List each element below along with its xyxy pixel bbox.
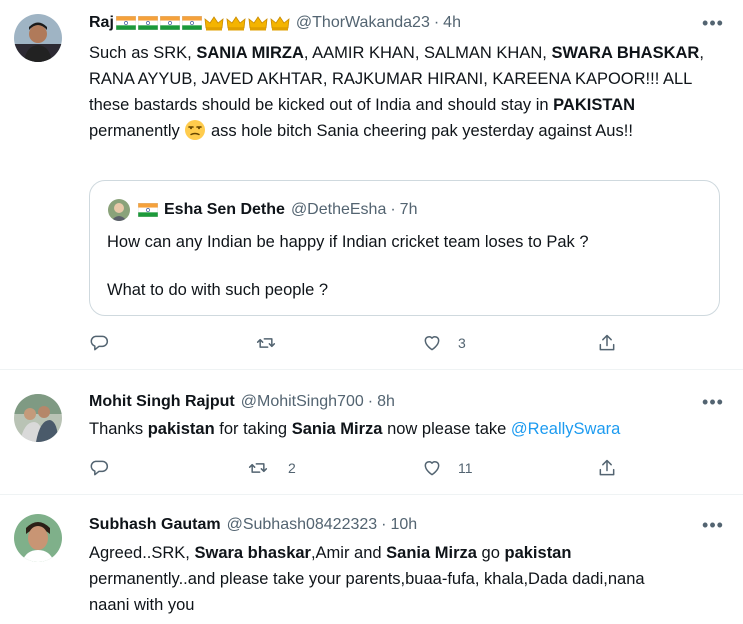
handle[interactable]: @ThorWakanda23 — [296, 14, 430, 32]
india-flag-icon — [159, 15, 181, 31]
quote-avatar — [108, 199, 130, 221]
quote-display-name: Esha Sen Dethe — [164, 201, 285, 218]
quoted-tweet[interactable]: Esha Sen Dethe @DetheEsha · 7h How can a… — [89, 180, 720, 316]
retweet-button[interactable] — [256, 333, 276, 353]
crown-icon — [270, 15, 290, 31]
quote-text-line: How can any Indian be happy if Indian cr… — [107, 233, 589, 251]
text-segment-bold: SANIA MIRZA — [196, 44, 304, 62]
reply-icon — [90, 335, 109, 351]
text-segment: permanently..and please take your parent… — [89, 570, 645, 614]
share-button[interactable] — [597, 333, 617, 353]
tweet-header: Subhash Gautam @Subhash08422323 · 10h — [89, 514, 417, 536]
separator: · — [390, 201, 396, 218]
text-segment: Such as SRK, — [89, 44, 197, 62]
text-segment-bold: PAKISTAN — [553, 96, 636, 114]
retweet-button[interactable]: 2 — [248, 458, 296, 478]
display-name[interactable]: Mohit Singh Rajput — [89, 393, 235, 411]
text-segment: Thanks — [89, 420, 148, 438]
text-segment: permanently — [89, 122, 185, 140]
display-name[interactable]: Subhash Gautam — [89, 516, 221, 534]
reply-button[interactable] — [89, 333, 109, 353]
tweet-raj: Raj @ThorWakanda23 · 4h ••• Such as SRK,… — [0, 0, 743, 370]
more-icon[interactable]: ••• — [701, 392, 725, 412]
tweet-text: Thanks pakistan for taking Sania Mirza n… — [89, 416, 729, 442]
india-flag-icon — [137, 15, 159, 31]
reply-icon — [90, 460, 109, 476]
text-segment-bold: pakistan — [147, 420, 215, 438]
like-count: 3 — [458, 335, 466, 351]
mention-link[interactable]: @ReallySwara — [511, 420, 620, 438]
tweet-header: Raj @ThorWakanda23 · 4h — [89, 12, 461, 34]
handle[interactable]: @MohitSingh700 — [241, 393, 364, 411]
tweet-text: Such as SRK, SANIA MIRZA, AAMIR KHAN, SA… — [89, 40, 729, 144]
tweet-mohit: Mohit Singh Rajput @MohitSingh700 · 8h •… — [0, 370, 743, 494]
text-segment-bold: Sania Mirza — [386, 544, 477, 562]
tweet-header: Mohit Singh Rajput @MohitSingh700 · 8h — [89, 391, 395, 413]
separator: · — [367, 393, 374, 410]
share-icon — [599, 334, 615, 351]
quote-text-line: What to do with such people ? — [107, 281, 329, 299]
display-name[interactable]: Raj — [89, 14, 114, 32]
text-segment: for taking — [214, 420, 292, 438]
crown-icon — [248, 15, 268, 31]
avatar[interactable] — [14, 514, 62, 562]
tweet-subhash: Subhash Gautam @Subhash08422323 · 10h ••… — [0, 495, 743, 624]
separator: · — [433, 14, 440, 31]
separator: · — [381, 516, 387, 533]
text-segment-bold: Swara bhaskar — [194, 544, 311, 562]
like-icon — [424, 461, 440, 476]
india-flag-icon — [137, 202, 159, 218]
text-segment: , AAMIR KHAN, SALMAN KHAN, — [303, 44, 552, 62]
text-segment: ass hole bitch Sania cheering pak yester… — [206, 122, 633, 140]
like-icon — [424, 336, 440, 351]
india-flag-icon — [181, 15, 203, 31]
quote-header: Esha Sen Dethe @DetheEsha · 7h — [137, 199, 418, 221]
tweet-text: Agreed..SRK, Swara bhaskar,Amir and Sani… — [89, 540, 649, 618]
handle[interactable]: @Subhash08422323 — [227, 516, 378, 534]
more-icon[interactable]: ••• — [701, 13, 725, 33]
timestamp[interactable]: 10h — [391, 516, 418, 534]
crown-icon — [226, 15, 246, 31]
text-segment-bold: SWARA BHASKAR — [551, 44, 700, 62]
retweet-icon — [248, 463, 268, 473]
share-button[interactable] — [597, 458, 617, 478]
quote-timestamp: 7h — [399, 201, 418, 218]
quote-handle: @DetheEsha — [290, 201, 387, 218]
like-button[interactable]: 3 — [422, 333, 466, 353]
avatar[interactable] — [14, 14, 62, 62]
text-segment: ,Amir and — [310, 544, 387, 562]
text-segment: go — [476, 544, 505, 562]
text-segment-bold: pakistan — [504, 544, 572, 562]
unamused-face-icon — [184, 119, 206, 141]
retweet-count: 2 — [288, 460, 296, 476]
like-button[interactable]: 11 — [422, 458, 473, 478]
crown-icon — [204, 15, 224, 31]
timestamp[interactable]: 4h — [443, 14, 461, 32]
share-icon — [599, 459, 615, 476]
reply-button[interactable] — [89, 458, 109, 478]
text-segment: Agreed..SRK, — [89, 544, 195, 562]
india-flag-icon — [115, 15, 137, 31]
more-icon[interactable]: ••• — [701, 515, 725, 535]
retweet-icon — [256, 338, 276, 348]
text-segment-bold: Sania Mirza — [291, 420, 383, 438]
like-count: 11 — [458, 460, 473, 476]
text-segment: now please take — [382, 420, 511, 438]
avatar[interactable] — [14, 394, 62, 442]
timestamp[interactable]: 8h — [377, 393, 395, 411]
